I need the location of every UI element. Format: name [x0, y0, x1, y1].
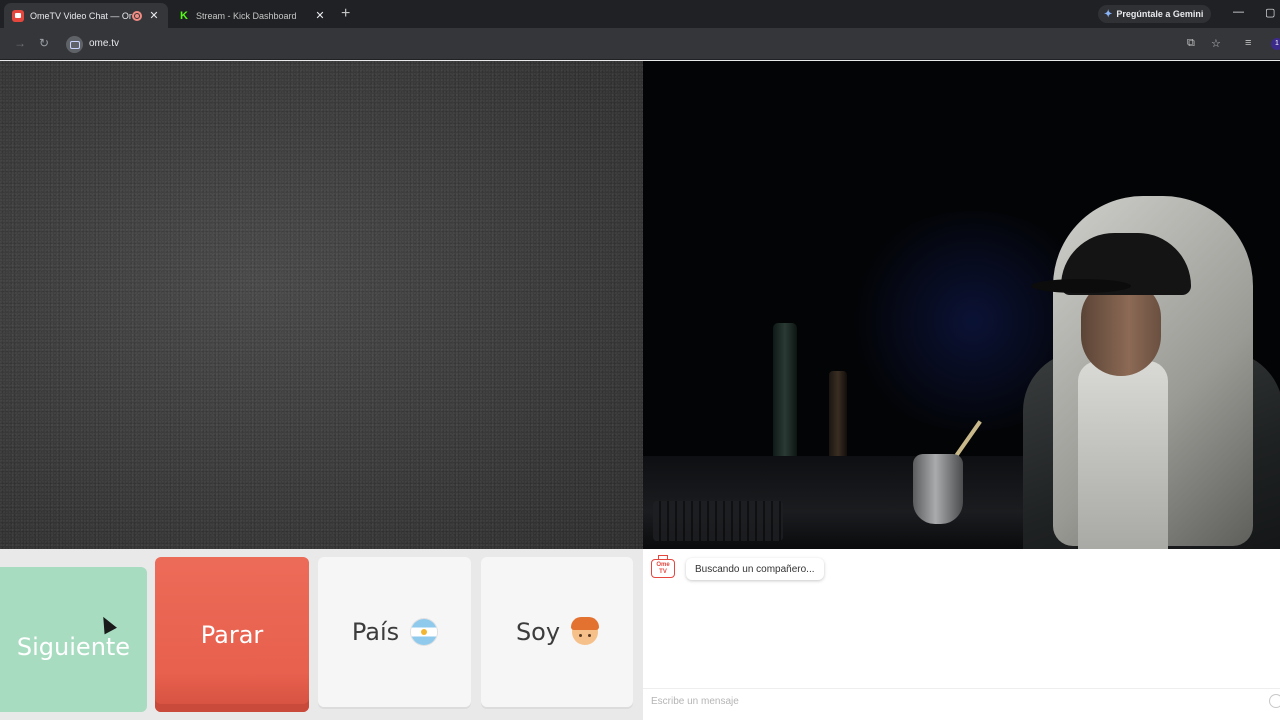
ometv-favicon-icon	[12, 9, 24, 22]
extension-badge[interactable]: 1	[1271, 38, 1280, 50]
gemini-spark-icon: ✦	[1104, 8, 1113, 20]
recording-icon	[132, 10, 142, 21]
country-button[interactable]: País	[318, 557, 471, 707]
mate-cup	[913, 454, 963, 524]
minimize-icon[interactable]: —	[1233, 6, 1244, 18]
gender-label: Soy	[515, 618, 561, 646]
new-tab-button[interactable]: +	[341, 5, 350, 23]
argentina-flag-icon	[411, 619, 438, 645]
boy-emoji-icon	[571, 617, 600, 645]
emoji-icon[interactable]	[1269, 694, 1280, 708]
person	[1023, 191, 1280, 549]
chat-panel: Ome TV Buscando un compañero...	[643, 549, 1280, 720]
browser-toolbar: → ↻	[0, 28, 1280, 60]
cap-brim	[1031, 279, 1131, 293]
gender-button[interactable]: Soy	[481, 557, 633, 707]
stop-label: Parar	[200, 620, 264, 649]
maximize-icon[interactable]: ▢	[1265, 6, 1275, 19]
tab-title: OmeTV Video Chat — Ome	[30, 10, 132, 21]
thermos	[773, 323, 797, 473]
self-camera-video	[643, 61, 1280, 549]
next-button[interactable]: Siguiente	[0, 567, 147, 712]
chat-status-message: Buscando un compañero...	[686, 558, 824, 580]
country-label: País	[351, 618, 400, 646]
cast-icon[interactable]: ⧉	[1187, 37, 1195, 50]
face	[1081, 281, 1161, 376]
address-bar[interactable]: ome.tv	[89, 38, 119, 49]
browser-tab-bar: OmeTV Video Chat — Ome ✕ K Stream - Kick…	[0, 0, 1280, 28]
reading-list-icon[interactable]: ≡	[1245, 37, 1251, 49]
ometv-logo-icon: Ome TV	[651, 559, 675, 578]
tab-title: Stream - Kick Dashboard	[196, 10, 297, 21]
reload-icon[interactable]: ↻	[39, 36, 49, 50]
control-bar: Siguiente Parar País Soy	[0, 549, 643, 720]
close-tab-icon[interactable]: ✕	[314, 9, 326, 22]
gemini-label: Pregúntale a Gemini	[1116, 9, 1204, 19]
star-icon[interactable]: ☆	[1211, 37, 1221, 50]
close-tab-icon[interactable]: ✕	[148, 9, 160, 22]
partner-video	[0, 61, 643, 549]
kick-favicon-icon: K	[180, 9, 188, 22]
tab-kick-dashboard[interactable]: K Stream - Kick Dashboard ✕	[170, 3, 334, 28]
hoodie-front	[1078, 361, 1168, 549]
stop-button[interactable]: Parar	[155, 557, 309, 712]
tab-ometv[interactable]: OmeTV Video Chat — Ome ✕	[4, 3, 168, 28]
ask-gemini-button[interactable]: ✦ Pregúntale a Gemini	[1098, 5, 1212, 23]
message-input[interactable]	[643, 688, 1280, 714]
next-label: Siguiente	[16, 632, 131, 661]
keyboard	[653, 501, 783, 541]
site-info-icon[interactable]	[66, 36, 83, 53]
forward-icon[interactable]: →	[14, 36, 26, 50]
